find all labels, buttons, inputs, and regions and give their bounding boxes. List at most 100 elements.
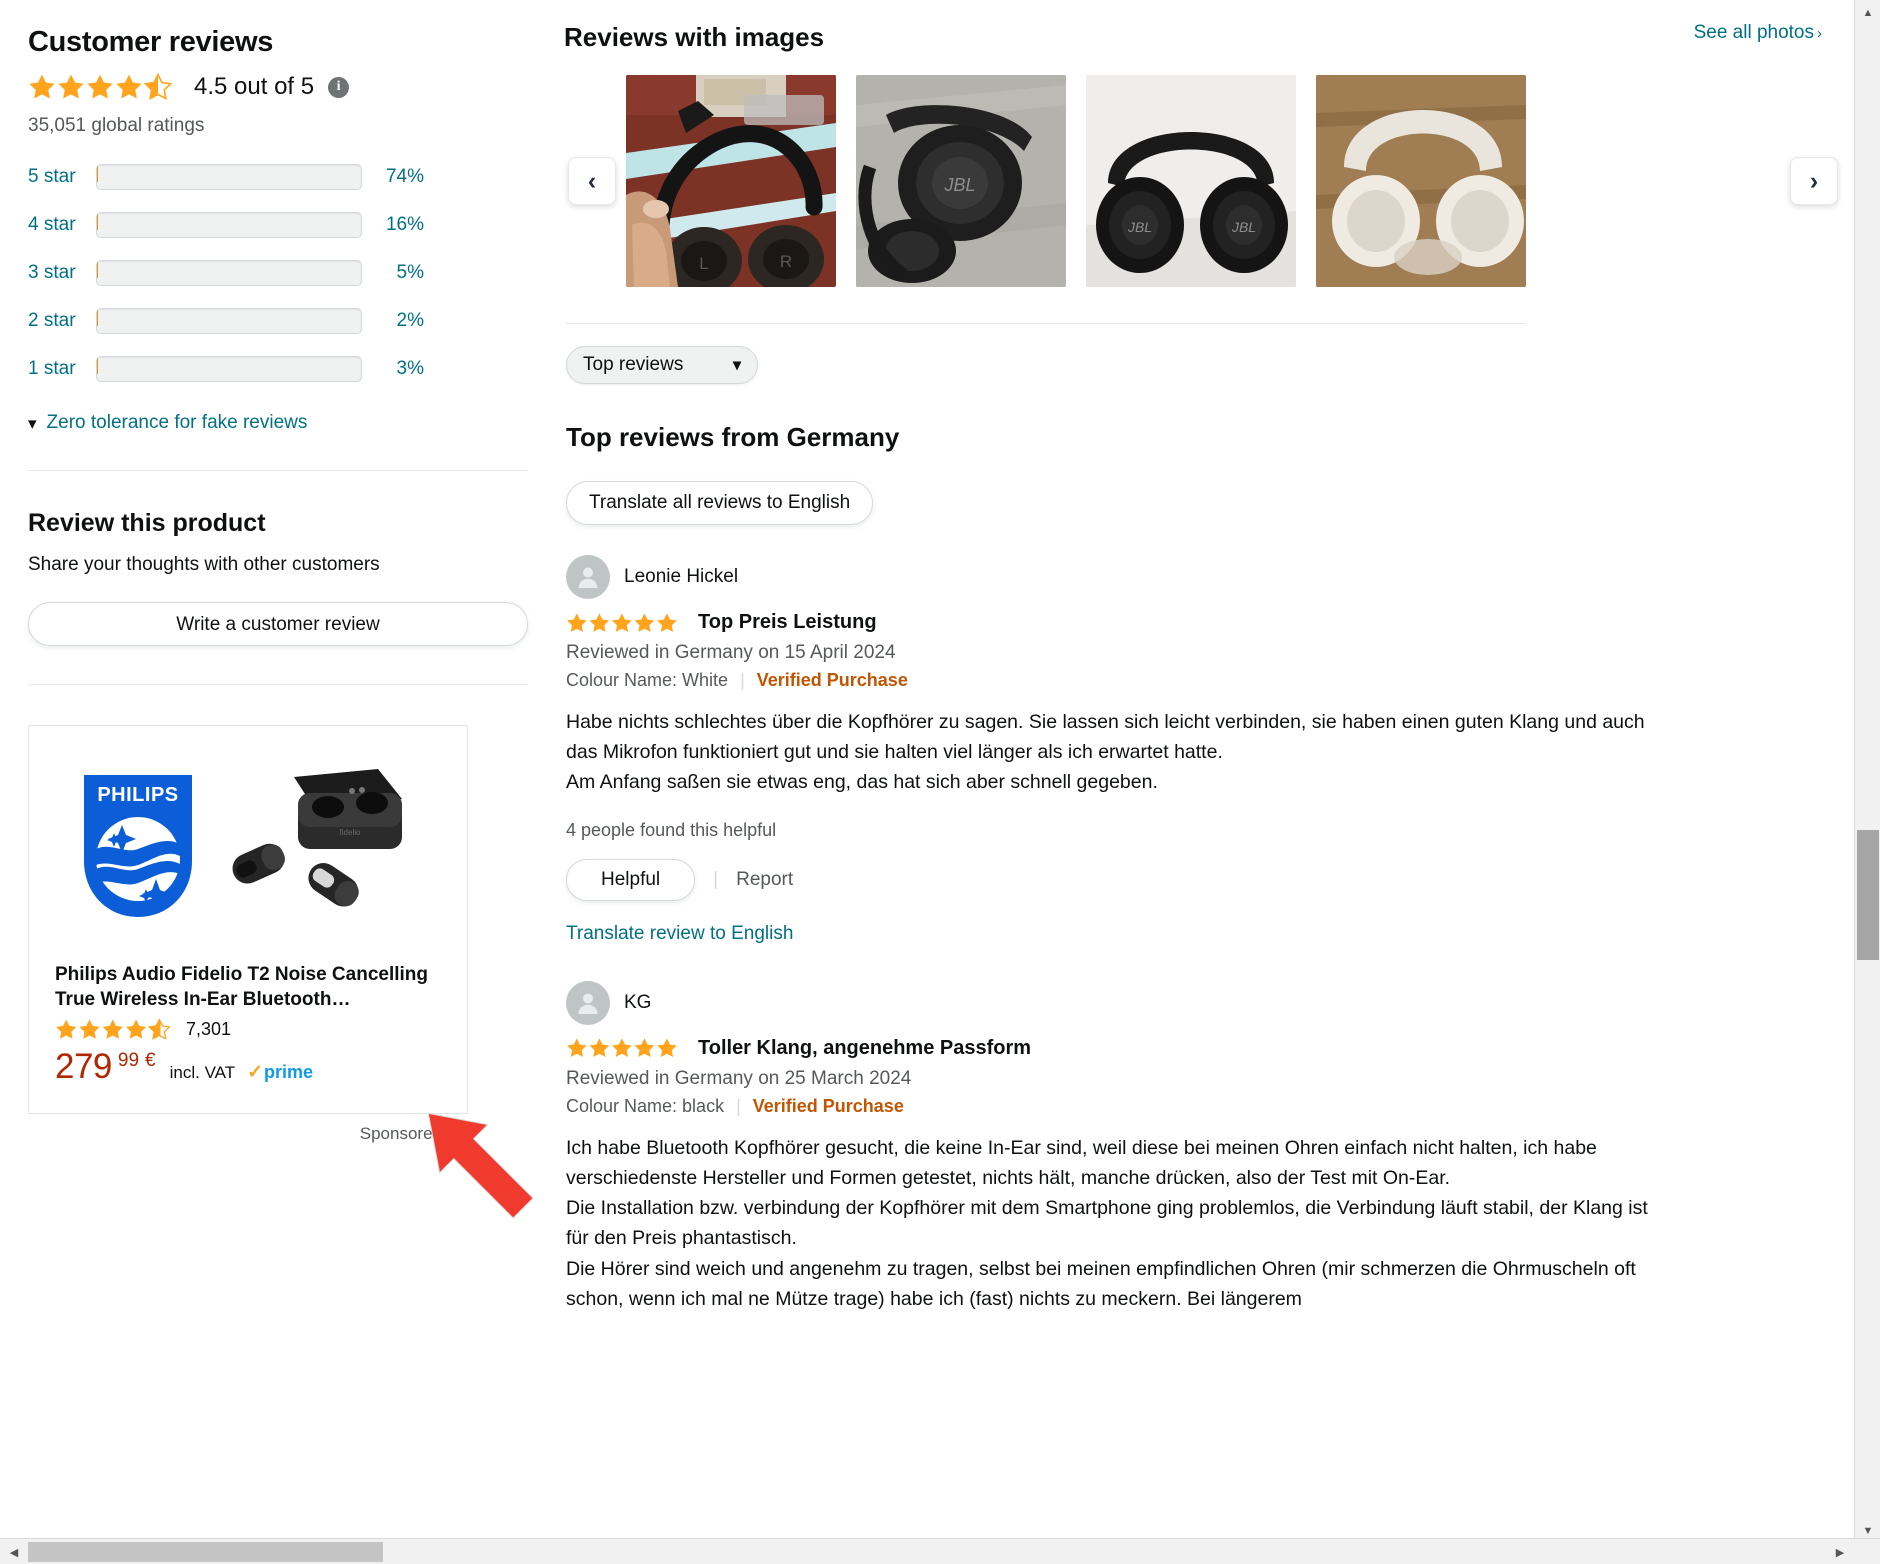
histogram-label[interactable]: 4 star xyxy=(28,214,96,236)
histogram-row[interactable]: 1 star 3% xyxy=(28,353,528,384)
review-title[interactable]: Top Preis Leistung xyxy=(698,611,877,634)
scroll-right-arrow-icon[interactable]: ▶ xyxy=(1828,1539,1852,1564)
sponsored-product-card[interactable]: PHILIPS fidelio Philips Audio Fidelio T2… xyxy=(28,725,468,1115)
overall-rating-text: 4.5 out of 5 xyxy=(194,73,315,100)
avatar xyxy=(566,555,610,599)
helpful-count: 4 people found this helpful xyxy=(566,819,777,840)
overall-rating-row: 4.5 out of 5 i xyxy=(28,73,528,101)
carousel-track: L R JBL JBL JBL xyxy=(564,75,1832,287)
reviewer-row[interactable]: Leonie Hickel xyxy=(566,555,1832,599)
histogram-row[interactable]: 5 star 74% xyxy=(28,161,528,192)
histogram-bar[interactable] xyxy=(96,211,362,238)
chevron-down-icon: ▾ xyxy=(732,357,741,374)
reviews-with-images-title: Reviews with images xyxy=(564,22,825,52)
histogram-label[interactable]: 1 star xyxy=(28,358,96,380)
divider xyxy=(566,323,1526,324)
price-whole: 279 xyxy=(55,1047,112,1087)
sort-reviews-dropdown[interactable]: Top reviews ▾ xyxy=(566,346,758,384)
prime-check-icon: ✓ xyxy=(247,1062,264,1084)
see-all-photos-link[interactable]: See all photos › xyxy=(1694,22,1822,44)
vertical-scrollbar[interactable]: ▲ ▼ xyxy=(1854,0,1880,1564)
review-rating-stars xyxy=(566,612,684,634)
svg-text:PHILIPS: PHILIPS xyxy=(97,784,178,806)
histogram-percent[interactable]: 74% xyxy=(362,166,424,188)
sponsored-label-row: Sponsored i xyxy=(28,1124,468,1144)
histogram-percent[interactable]: 16% xyxy=(362,214,424,236)
review-title-row[interactable]: Toller Klang, angenehme Passform xyxy=(566,1037,1832,1060)
review-image-thumbnail[interactable]: JBL xyxy=(856,75,1066,287)
share-thoughts-text: Share your thoughts with other customers xyxy=(28,554,380,575)
histogram-row[interactable]: 3 star 5% xyxy=(28,257,528,288)
prime-badge: ✓ prime xyxy=(247,1061,313,1084)
reviewer-row[interactable]: KG xyxy=(566,980,1832,1025)
vat-text: incl. VAT xyxy=(169,1063,236,1083)
svg-text:L: L xyxy=(699,254,708,273)
sponsored-review-count[interactable]: 7,301 xyxy=(186,1019,231,1040)
review-variant-row: Colour Name: White | Verified Purchase xyxy=(566,670,1832,691)
histogram-label[interactable]: 3 star xyxy=(28,262,96,284)
zero-tolerance-toggle[interactable]: ▾ Zero tolerance for fake reviews xyxy=(28,412,528,434)
review-image-thumbnail[interactable]: L R xyxy=(626,75,836,287)
sponsored-label: Sponsored xyxy=(359,1124,442,1144)
price-fraction: 99 xyxy=(117,1050,140,1072)
histogram-row[interactable]: 2 star 2% xyxy=(28,305,528,336)
svg-text:JBL: JBL xyxy=(1231,219,1256,235)
separator: | xyxy=(740,670,745,690)
chevron-right-icon: › xyxy=(1817,25,1822,42)
svg-text:R: R xyxy=(780,252,792,271)
histogram-percent[interactable]: 2% xyxy=(362,310,424,332)
histogram-percent[interactable]: 5% xyxy=(362,262,424,284)
report-link[interactable]: Report xyxy=(736,869,793,891)
translate-all-reviews-button[interactable]: Translate all reviews to English xyxy=(566,481,874,525)
review-paragraph: Am Anfang saßen sie etwas eng, das hat s… xyxy=(566,771,1158,794)
philips-logo-icon: PHILIPS xyxy=(80,771,196,921)
histogram-bar[interactable] xyxy=(96,163,362,190)
carousel-next-button[interactable]: › xyxy=(1790,157,1838,205)
translate-review-link[interactable]: Translate review to English xyxy=(566,923,1832,945)
rating-info-icon[interactable]: i xyxy=(328,76,350,98)
sponsored-product-image[interactable]: PHILIPS fidelio xyxy=(55,748,441,944)
global-ratings-count: 35,051 global ratings xyxy=(28,115,205,136)
histogram-label[interactable]: 5 star xyxy=(28,166,96,188)
verified-purchase-badge: Verified Purchase xyxy=(752,1095,904,1116)
reviewer-name[interactable]: KG xyxy=(624,992,651,1014)
scroll-left-arrow-icon[interactable]: ◀ xyxy=(2,1539,26,1564)
review-title-row[interactable]: Top Preis Leistung xyxy=(566,611,1832,634)
reviews-main-panel: Reviews with images See all photos › ‹ L… xyxy=(560,0,1880,1564)
review-body: Ich habe Bluetooth Kopfhörer gesucht, di… xyxy=(566,1133,1666,1314)
histogram-label[interactable]: 2 star xyxy=(28,310,96,332)
review-images-carousel: ‹ L R JBL JBL JBL › xyxy=(564,75,1838,287)
review-image-thumbnail[interactable] xyxy=(1316,75,1526,287)
review-meta: Reviewed in Germany on 15 April 2024 xyxy=(566,642,896,663)
histogram-bar[interactable] xyxy=(96,355,362,382)
histogram-percent[interactable]: 3% xyxy=(362,358,424,380)
review-variant: Colour Name: White xyxy=(566,670,729,690)
chevron-down-icon: ▾ xyxy=(28,413,37,433)
review-title[interactable]: Toller Klang, angenehme Passform xyxy=(698,1037,1031,1060)
histogram-row[interactable]: 4 star 16% xyxy=(28,209,528,240)
vertical-scrollbar-thumb[interactable] xyxy=(1857,830,1879,960)
review-image-thumbnail[interactable]: JBL JBL xyxy=(1086,75,1296,287)
customer-reviews-sidebar: Customer reviews 4.5 out of 5 i 35,051 g… xyxy=(0,0,560,1564)
horizontal-scrollbar[interactable]: ◀ ▶ xyxy=(0,1538,1880,1564)
helpful-button[interactable]: Helpful xyxy=(566,858,696,901)
review-rating-stars xyxy=(566,1037,684,1059)
rating-histogram: 5 star 74% 4 star 16% 3 star 5% 2 star 2… xyxy=(28,161,528,384)
write-customer-review-button[interactable]: Write a customer review xyxy=(28,602,528,646)
review-paragraph: Habe nichts schlechtes über die Kopfhöre… xyxy=(566,711,1645,764)
review-variant: Colour Name: black xyxy=(566,1095,725,1116)
horizontal-scrollbar-thumb[interactable] xyxy=(28,1542,383,1562)
sponsored-product-title[interactable]: Philips Audio Fidelio T2 Noise Cancellin… xyxy=(55,962,441,1012)
reviews-with-images-header: Reviews with images See all photos › xyxy=(564,22,1832,53)
sponsored-product-rating[interactable]: 7,301 xyxy=(55,1018,441,1041)
histogram-bar[interactable] xyxy=(96,259,362,286)
histogram-bar[interactable] xyxy=(96,307,362,334)
zero-tolerance-label[interactable]: Zero tolerance for fake reviews xyxy=(47,412,308,434)
carousel-prev-button[interactable]: ‹ xyxy=(568,157,616,205)
review-body: Habe nichts schlechtes über die Kopfhöre… xyxy=(566,707,1666,798)
avatar xyxy=(566,980,610,1025)
scroll-up-arrow-icon[interactable]: ▲ xyxy=(1855,2,1880,24)
review-variant-row: Colour Name: black | Verified Purchase xyxy=(566,1096,1832,1117)
reviewer-name[interactable]: Leonie Hickel xyxy=(624,566,738,588)
sponsored-info-icon[interactable]: i xyxy=(450,1125,468,1144)
